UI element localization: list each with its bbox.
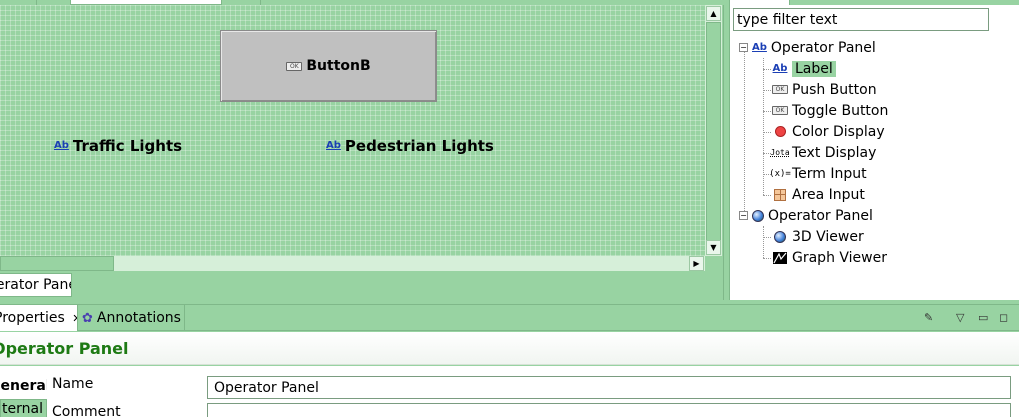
graph-icon <box>773 251 787 264</box>
grid-icon <box>774 188 786 201</box>
tree-item-text-display[interactable]: Jota Text Display <box>770 142 877 163</box>
comment-label: Comment <box>52 404 121 417</box>
ok-button-icon: OK <box>772 106 788 115</box>
label-ab-icon: Ab <box>54 140 69 151</box>
tree-item-toggle-button[interactable]: OK Toggle Button <box>772 100 888 121</box>
tree-item-label-text: Push Button <box>792 81 877 98</box>
label-ab-icon: Ab <box>752 41 767 53</box>
gear-icon: ✿ <box>82 310 93 326</box>
minimize-icon[interactable]: ▭ <box>978 311 988 324</box>
tree-item-label-text: Color Display <box>792 123 885 140</box>
properties-tab-bar: Properties ✕ ✿ Annotations ✎ ▽ ▭ ◻ <box>0 304 1019 331</box>
globe-icon <box>774 230 786 243</box>
canvas-label-pedestrian-lights[interactable]: Ab Pedestrian Lights <box>326 137 494 155</box>
tree-item-label-text: Area Input <box>792 186 865 203</box>
editor-bottom-tab-label: Operator Panel <box>0 277 71 293</box>
red-circle-icon <box>774 126 786 137</box>
tree-group-operator-panel[interactable]: − Ab Operator Panel <box>739 37 876 58</box>
editor-canvas[interactable]: OK ButtonB Ab Traffic Lights Ab Pedestri… <box>0 5 705 256</box>
tab-properties[interactable]: Properties ✕ <box>0 305 78 331</box>
properties-body: General Internal Name Comment <box>0 366 1019 417</box>
pin-icon[interactable]: ✎ <box>924 311 933 324</box>
tree-item-label-text: Term Input <box>792 165 867 182</box>
tree-item-label-text: Graph Viewer <box>792 249 887 266</box>
tree-connector <box>763 195 771 196</box>
tree-connector <box>763 132 771 133</box>
vertical-scrollbar[interactable]: ▲ ▼ <box>705 5 722 256</box>
section-tab-internal-label: Internal <box>1 401 43 417</box>
tree-group-operator-panel-2[interactable]: − Operator Panel <box>739 205 873 226</box>
tree-item-label-text: 3D Viewer <box>792 228 864 245</box>
scroll-up-arrow-icon[interactable]: ▲ <box>706 6 721 21</box>
ok-button-icon: OK <box>286 61 303 71</box>
tree-item-area-input[interactable]: Area Input <box>772 184 865 205</box>
editor-bottom-tab[interactable]: Operator Panel <box>0 273 72 297</box>
collapse-icon[interactable]: − <box>739 211 748 220</box>
tree-item-label-text: Toggle Button <box>792 102 889 119</box>
tab-properties-label: Properties <box>0 310 65 326</box>
tree-item-term-input[interactable]: (x)= Term Input <box>769 163 867 184</box>
tree-connector <box>763 237 771 238</box>
scroll-right-arrow-icon[interactable]: ▶ <box>689 256 704 271</box>
tree-connector <box>763 258 771 259</box>
tree-item-3d-viewer[interactable]: 3D Viewer <box>772 226 864 247</box>
tree-item-graph-viewer[interactable]: Graph Viewer <box>772 247 887 268</box>
globe-icon <box>752 209 764 222</box>
tree-group-label: Operator Panel <box>768 207 873 224</box>
horizontal-scrollbar[interactable]: ▶ <box>0 256 705 271</box>
palette-tab[interactable] <box>730 0 790 5</box>
tree-item-push-button[interactable]: OK Push Button <box>772 79 877 100</box>
tab-annotations[interactable]: ✿ Annotations <box>82 305 185 331</box>
diagram-editor: OK ButtonB Ab Traffic Lights Ab Pedestri… <box>0 0 724 300</box>
view-menu-icon[interactable]: ▽ <box>956 311 964 324</box>
vertical-scroll-thumb[interactable] <box>706 22 721 242</box>
canvas-button-b[interactable]: OK ButtonB <box>220 30 437 102</box>
section-tab-general[interactable]: General <box>0 375 47 397</box>
palette-panel: − Ab Operator Panel Ab Label OK Push But… <box>729 0 1019 300</box>
tree-connector <box>763 226 764 258</box>
text-display-icon: Jota <box>770 148 790 157</box>
canvas-label-text: Traffic Lights <box>72 137 183 155</box>
properties-title: Operator Panel <box>0 332 1019 365</box>
palette-tab-strip <box>730 0 1019 5</box>
scroll-down-arrow-icon[interactable]: ▼ <box>706 240 721 255</box>
tree-group-label: Operator Panel <box>770 39 876 56</box>
canvas-label-traffic-lights[interactable]: Ab Traffic Lights <box>54 137 182 155</box>
tree-connector <box>744 52 745 217</box>
comment-field[interactable] <box>207 403 1011 417</box>
tree-item-label[interactable]: Ab Label <box>772 58 836 79</box>
tab-annotations-label: Annotations <box>96 310 181 326</box>
close-icon[interactable]: ✕ <box>72 312 77 325</box>
tree-item-label-text: Label <box>792 60 836 77</box>
collapse-icon[interactable]: − <box>739 43 748 52</box>
section-tab-internal[interactable]: Internal <box>0 399 47 417</box>
canvas-button-b-label: ButtonB <box>306 58 371 74</box>
canvas-label-text: Pedestrian Lights <box>344 137 494 155</box>
horizontal-scroll-thumb[interactable] <box>0 256 114 271</box>
tree-connector <box>763 69 771 70</box>
label-ab-icon: Ab <box>326 140 341 151</box>
properties-title-text: Operator Panel <box>0 339 129 358</box>
tree-connector <box>763 90 771 91</box>
maximize-icon[interactable]: ◻ <box>999 311 1008 324</box>
tree-connector <box>763 111 771 112</box>
label-ab-icon: Ab <box>772 62 788 74</box>
tree-item-color-display[interactable]: Color Display <box>772 121 885 142</box>
term-input-icon: (x)= <box>769 168 791 179</box>
name-label: Name <box>52 376 94 392</box>
tree-item-label-text: Text Display <box>792 144 877 161</box>
name-field[interactable] <box>207 376 1011 399</box>
ok-button-icon: OK <box>772 85 788 94</box>
section-tab-general-label: General <box>0 378 47 394</box>
palette-filter-input[interactable] <box>733 8 989 31</box>
